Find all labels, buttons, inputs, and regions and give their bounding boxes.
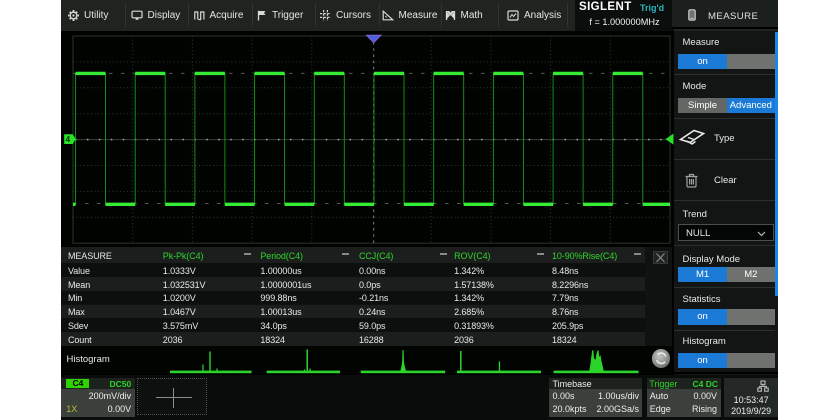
svg-text:4: 4 [66, 135, 71, 144]
